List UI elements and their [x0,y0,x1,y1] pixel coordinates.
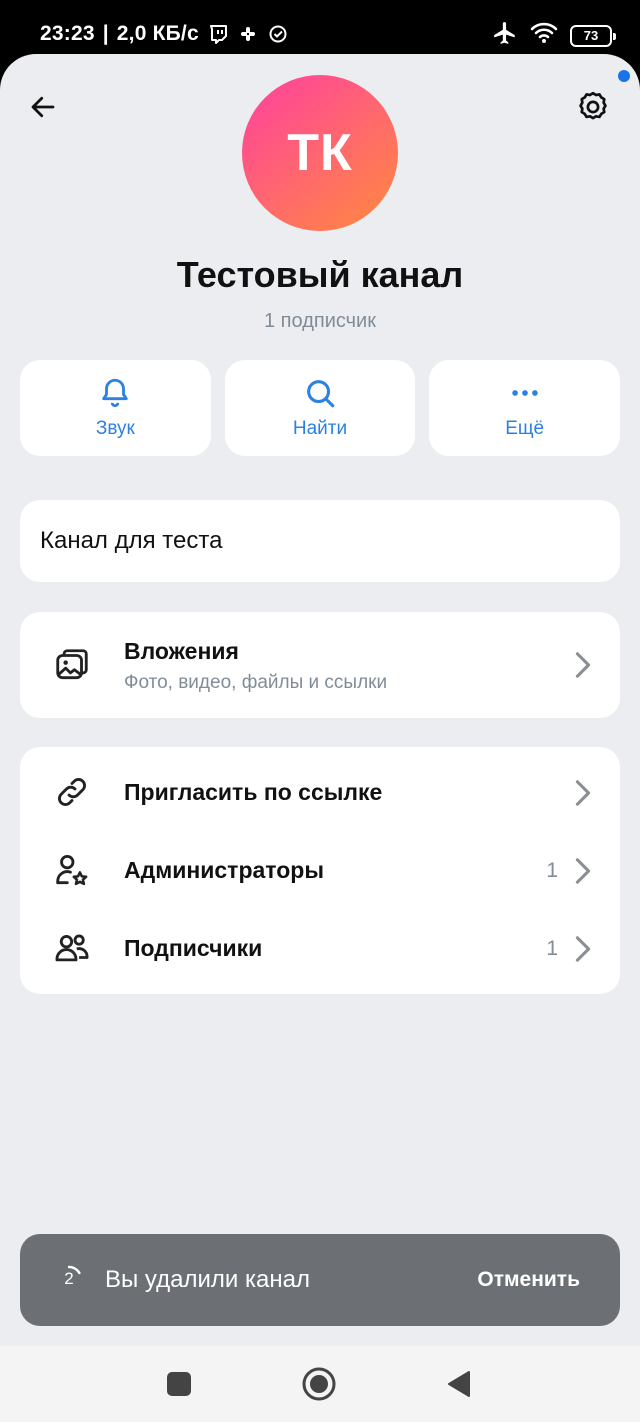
channel-info-screen: ТК Тестовый канал 1 подписчик Звук Найти… [0,54,640,1346]
status-time: 23:23 [40,22,95,45]
twitch-icon [207,23,229,45]
more-label: Ещё [505,418,545,439]
action-buttons: Звук Найти Ещё [20,360,621,456]
subscriber-count: 1 подписчик [264,310,376,332]
status-separator: | [102,22,109,45]
back-nav-button[interactable] [441,1366,477,1402]
subscribers-item[interactable]: Подписчики 1 [20,903,620,993]
back-button[interactable] [22,86,64,128]
undo-button[interactable]: Отменить [477,1268,580,1292]
notification-dot [618,70,630,82]
administrators-label: Администраторы [124,857,324,883]
invite-link-item[interactable]: Пригласить по ссылке [20,747,620,837]
countdown-number: 2 [64,1269,74,1288]
snackbar-message: Вы удалили канал [105,1266,310,1293]
wifi-icon [530,21,558,50]
attachments-item[interactable]: Вложения Фото, видео, файлы и ссылки [20,612,620,718]
link-icon [52,772,92,812]
home-circle-icon [302,1367,336,1401]
channel-description: Канал для теста [20,500,620,582]
channel-avatar[interactable]: ТК [242,75,398,231]
chevron-right-icon [572,934,594,964]
search-icon [307,380,335,408]
subscribers-label: Подписчики [124,935,263,961]
bell-icon [102,378,129,408]
triangle-back-icon [448,1371,470,1397]
sound-button[interactable]: Звук [20,360,211,456]
airplane-icon [492,20,518,51]
user-star-icon [52,850,92,890]
system-nav-bar [0,1346,640,1422]
chevron-right-icon [572,650,594,680]
square-icon [167,1372,191,1396]
chevron-right-icon [572,778,594,808]
status-bar-left: 23:23 | 2,0 КБ/с [40,22,289,46]
sound-label: Звук [95,418,135,439]
more-button[interactable]: Ещё [429,360,621,456]
battery-level: 73 [583,28,599,43]
users-icon [52,928,92,968]
invite-link-label: Пригласить по ссылке [124,779,383,805]
subscribers-count: 1 [546,937,558,960]
gallery-icon [52,645,92,685]
settings-button[interactable] [572,86,614,128]
battery-icon: 73 [570,24,616,47]
administrators-count: 1 [546,859,558,882]
avatar-initials: ТК [287,124,353,182]
arrow-left-icon [31,96,55,118]
search-button[interactable]: Найти [224,360,416,456]
administrators-item[interactable]: Администраторы 1 [20,825,620,915]
channel-title: Тестовый канал [176,254,464,295]
more-dots-icon [511,390,538,396]
check-circle-icon [267,23,289,45]
status-bar-right: 73 [492,20,616,51]
recents-button[interactable] [161,1366,197,1402]
search-label: Найти [292,418,348,439]
slack-icon [237,23,259,45]
attachments-subtitle: Фото, видео, файлы и ссылки [124,672,388,693]
channel-management-list: Пригласить по ссылке Администраторы 1 По… [20,747,620,994]
chevron-right-icon [572,856,594,886]
gear-icon [579,91,607,120]
home-button[interactable] [301,1366,337,1402]
attachments-title: Вложения [124,638,239,664]
snackbar: 2 Вы удалили канал Отменить [20,1234,620,1326]
status-network-speed: 2,0 КБ/с [116,22,199,45]
